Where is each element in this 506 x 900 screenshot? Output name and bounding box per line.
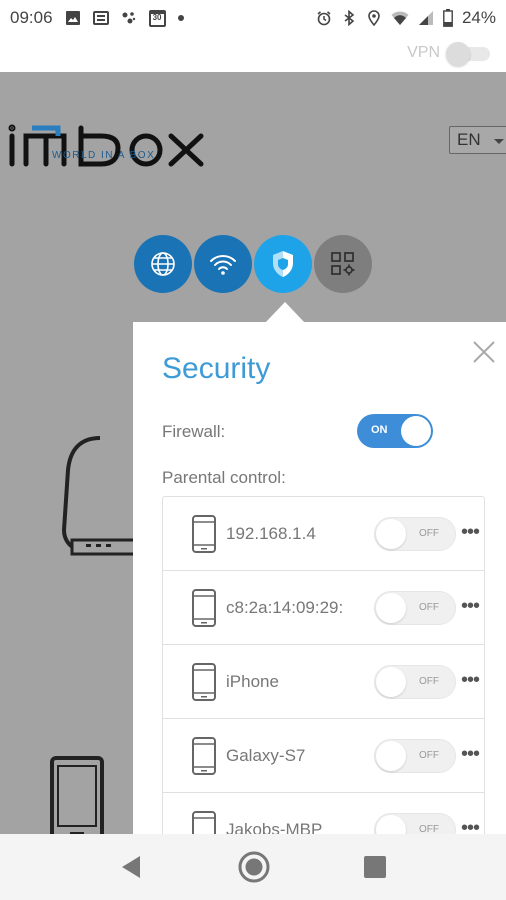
toggle-state: OFF xyxy=(419,824,439,834)
cell-signal-icon xyxy=(418,11,433,25)
system-navigation-bar xyxy=(0,834,506,900)
nav-apps-button[interactable] xyxy=(314,235,372,293)
vpn-toggle-thumb xyxy=(446,42,470,66)
more-options-icon[interactable]: ••• xyxy=(461,521,480,544)
recent-apps-icon[interactable] xyxy=(364,856,386,878)
firewall-toggle[interactable]: ON xyxy=(357,414,433,448)
language-value: EN xyxy=(457,130,481,149)
toggle-knob xyxy=(376,519,406,549)
smartphone-icon xyxy=(192,589,216,627)
parental-control-toggle[interactable]: OFF xyxy=(374,739,456,773)
device-row: iPhone OFF ••• xyxy=(163,645,484,719)
device-list: 192.168.1.4 OFF ••• c8:2a:14:09:29: OFF … xyxy=(162,496,485,834)
more-options-icon[interactable]: ••• xyxy=(461,817,480,834)
router-illustration xyxy=(61,436,140,556)
smartphone-icon xyxy=(192,737,216,775)
toggle-state: OFF xyxy=(419,602,439,613)
assistant-icon xyxy=(122,12,135,24)
device-name: Galaxy-S7 xyxy=(226,746,306,765)
chevron-down-icon xyxy=(494,139,504,144)
phone-illustration xyxy=(50,756,104,834)
more-options-icon[interactable]: ••• xyxy=(461,595,480,618)
device-name: Jakobs-MBP xyxy=(226,820,323,834)
smartphone-icon xyxy=(192,515,216,553)
parental-control-toggle[interactable]: OFF xyxy=(374,813,456,834)
close-icon[interactable] xyxy=(471,339,497,365)
device-row: Galaxy-S7 OFF ••• xyxy=(163,719,484,793)
panel-title: Security xyxy=(162,352,271,385)
vpn-toggle[interactable] xyxy=(446,42,492,66)
apps-settings-icon xyxy=(331,252,355,276)
back-icon[interactable] xyxy=(120,854,142,880)
device-name: 192.168.1.4 xyxy=(226,524,316,543)
device-row: 192.168.1.4 OFF ••• xyxy=(163,497,484,571)
battery-icon xyxy=(443,9,453,27)
smartphone-icon xyxy=(192,811,216,834)
nav-wifi-button[interactable] xyxy=(194,235,252,293)
calendar-icon: 30 xyxy=(148,9,166,27)
security-panel: Security Firewall: ON Parental control: … xyxy=(133,322,506,834)
more-options-icon[interactable]: ••• xyxy=(461,743,480,766)
more-options-icon[interactable]: ••• xyxy=(461,669,480,692)
wifi-icon xyxy=(210,255,236,275)
firewall-toggle-state: ON xyxy=(371,424,388,436)
parental-control-toggle[interactable]: OFF xyxy=(374,517,456,551)
calendar-date: 30 xyxy=(152,12,162,22)
globe-icon xyxy=(151,252,175,276)
device-row: Jakobs-MBP OFF ••• xyxy=(163,793,484,834)
vpn-bar: VPN xyxy=(0,36,506,72)
toggle-knob xyxy=(376,741,406,771)
toggle-state: OFF xyxy=(419,750,439,761)
image-icon xyxy=(65,11,80,25)
parental-control-toggle[interactable]: OFF xyxy=(374,591,456,625)
device-row: c8:2a:14:09:29: OFF ••• xyxy=(163,571,484,645)
notification-dot-icon xyxy=(177,15,184,21)
bluetooth-icon xyxy=(344,10,355,26)
toggle-knob xyxy=(376,815,406,834)
toggle-knob xyxy=(376,667,406,697)
toggle-state: OFF xyxy=(419,676,439,687)
news-icon xyxy=(92,11,109,25)
nav-security-button[interactable] xyxy=(254,235,312,293)
parental-control-label: Parental control: xyxy=(162,468,286,487)
clock: 09:06 xyxy=(10,8,53,27)
home-icon[interactable] xyxy=(237,850,271,884)
device-name: c8:2a:14:09:29: xyxy=(226,598,344,617)
battery-percent: 24% xyxy=(461,8,496,27)
logo-tagline: WORLD IN A BOX xyxy=(52,150,156,161)
main-area: WORLD IN A BOX EN Security Firewall: ON … xyxy=(0,72,506,834)
smartphone-icon xyxy=(192,663,216,701)
firewall-label: Firewall: xyxy=(162,422,226,441)
toggle-state: OFF xyxy=(419,528,439,539)
nav-internet-button[interactable] xyxy=(134,235,192,293)
status-bar: 09:06 30 24% xyxy=(0,0,506,36)
wifi-signal-icon xyxy=(391,11,409,25)
parental-control-toggle[interactable]: OFF xyxy=(374,665,456,699)
device-name: iPhone xyxy=(226,672,279,691)
alarm-icon xyxy=(317,11,331,26)
vpn-label: VPN xyxy=(407,44,440,61)
toggle-knob xyxy=(376,593,406,623)
shield-icon xyxy=(273,251,293,277)
location-icon xyxy=(368,10,380,26)
firewall-toggle-knob xyxy=(401,416,431,446)
panel-pointer xyxy=(265,302,305,323)
language-select[interactable]: EN xyxy=(449,126,506,154)
